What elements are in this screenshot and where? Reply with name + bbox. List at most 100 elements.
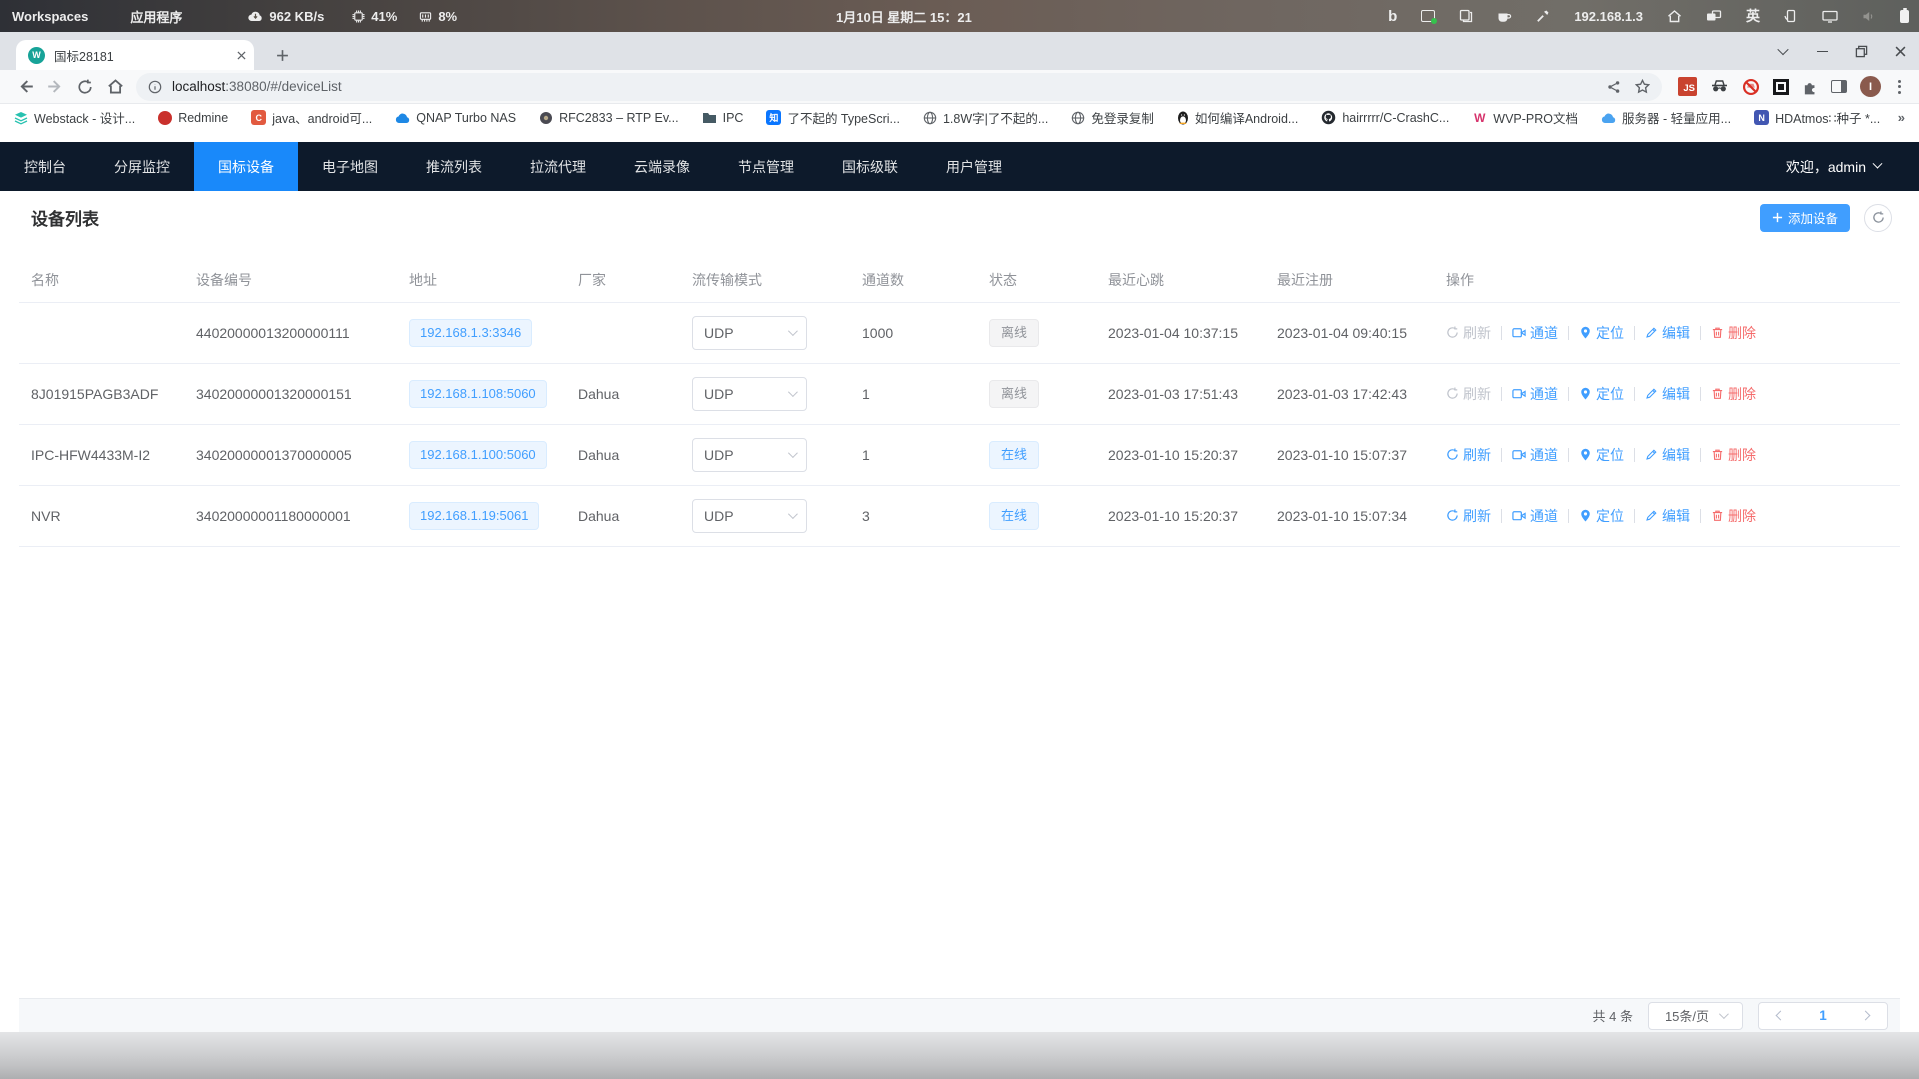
bookmark-wvp-doc[interactable]: W WVP-PRO文档	[1472, 108, 1578, 127]
channel-action[interactable]: 通道	[1512, 506, 1558, 526]
bookmark-copy-free[interactable]: 免登录复制	[1071, 108, 1154, 127]
stream-mode-select[interactable]: UDP	[692, 499, 807, 533]
address-bar[interactable]: localhost:38080/#/deviceList	[136, 73, 1662, 101]
screenshot-extension-icon[interactable]	[1773, 79, 1789, 95]
new-tab-button[interactable]	[268, 41, 296, 69]
extensions-puzzle-icon[interactable]	[1802, 79, 1818, 95]
nav-item-cloud-record[interactable]: 云端录像	[610, 142, 714, 191]
bing-tray-icon[interactable]: b	[1388, 9, 1397, 24]
window-minimize-button[interactable]	[1809, 38, 1835, 64]
site-info-icon[interactable]	[148, 80, 162, 94]
tool-tray-icon[interactable]	[1536, 9, 1550, 23]
user-menu[interactable]: 欢迎，admin	[1786, 157, 1881, 177]
n-badge-icon: N	[1754, 110, 1769, 125]
locate-action[interactable]: 定位	[1579, 506, 1624, 526]
bookmark-rfc2833[interactable]: RFC2833 – RTP Ev...	[539, 111, 679, 125]
add-device-button[interactable]: 添加设备	[1760, 204, 1850, 232]
bookmark-android-build[interactable]: 如何编译Android...	[1177, 108, 1299, 127]
edit-action[interactable]: 编辑	[1645, 323, 1690, 343]
adblock-extension-icon[interactable]	[1742, 78, 1760, 96]
refresh-action[interactable]: 刷新	[1446, 323, 1491, 343]
delete-action[interactable]: 删除	[1711, 384, 1756, 404]
refresh-action[interactable]: 刷新	[1446, 445, 1491, 465]
display-tray-icon[interactable]	[1822, 10, 1838, 23]
back-button[interactable]	[10, 72, 40, 102]
device-name: NVR	[19, 485, 184, 546]
nav-item-user-manage[interactable]: 用户管理	[922, 142, 1026, 191]
battery-icon[interactable]	[1900, 10, 1909, 23]
bookmark-typescript[interactable]: 知 了不起的 TypeScri...	[766, 108, 900, 127]
window-close-button[interactable]	[1887, 38, 1913, 64]
bookmark-server[interactable]: 服务器 - 轻量应用...	[1601, 108, 1731, 127]
bookmark-hdatmos[interactable]: N HDAtmos∷种子 *...	[1754, 108, 1880, 127]
nav-item-console[interactable]: 控制台	[0, 142, 90, 191]
delete-action[interactable]: 删除	[1711, 506, 1756, 526]
bookmark-webstack[interactable]: Webstack - 设计...	[14, 108, 135, 127]
side-panel-icon[interactable]	[1831, 80, 1847, 93]
prev-page-icon[interactable]	[1775, 1011, 1785, 1021]
nav-item-gb-devices[interactable]: 国标设备	[194, 142, 298, 191]
incognito-extension-icon[interactable]	[1710, 79, 1729, 94]
workspaces-tray-icon[interactable]	[1706, 9, 1722, 23]
next-page-icon[interactable]	[1861, 1011, 1871, 1021]
stream-mode-select[interactable]: UDP	[692, 316, 807, 350]
input-method-indicator[interactable]: 英	[1746, 6, 1760, 26]
volume-muted-icon[interactable]	[1862, 10, 1876, 23]
delete-action[interactable]: 删除	[1711, 323, 1756, 343]
clipboard-tray-icon[interactable]	[1459, 9, 1473, 23]
bookmarks-overflow-chevron[interactable]: »	[1898, 110, 1905, 125]
workspaces-menu[interactable]: Workspaces	[12, 9, 88, 24]
page-size-select[interactable]: 15条/页	[1648, 1002, 1743, 1030]
edit-action[interactable]: 编辑	[1645, 506, 1690, 526]
screenshot-tray-icon[interactable]	[1421, 10, 1435, 22]
nav-item-gb-cascade[interactable]: 国标级联	[818, 142, 922, 191]
nav-item-map[interactable]: 电子地图	[298, 142, 402, 191]
stream-mode-select[interactable]: UDP	[692, 438, 807, 472]
reload-button[interactable]	[70, 72, 100, 102]
bookmark-qnap[interactable]: QNAP Turbo NAS	[395, 111, 516, 125]
nav-item-node-manage[interactable]: 节点管理	[714, 142, 818, 191]
refresh-action[interactable]: 刷新	[1446, 506, 1491, 526]
locate-action[interactable]: 定位	[1579, 445, 1624, 465]
refresh-list-button[interactable]	[1864, 204, 1892, 232]
bookmark-github[interactable]: hairrrrr/C-CrashC...	[1321, 110, 1449, 125]
home-tray-icon[interactable]	[1667, 9, 1682, 23]
delete-action[interactable]: 删除	[1711, 445, 1756, 465]
coffee-tray-icon[interactable]	[1497, 10, 1512, 23]
tab-search-chevron-icon[interactable]	[1770, 38, 1796, 64]
forward-button[interactable]	[40, 72, 70, 102]
window-restore-button[interactable]	[1848, 38, 1874, 64]
channel-action[interactable]: 通道	[1512, 445, 1558, 465]
channel-action[interactable]: 通道	[1512, 323, 1558, 343]
nav-item-push-list[interactable]: 推流列表	[402, 142, 506, 191]
nav-item-pull-proxy[interactable]: 拉流代理	[506, 142, 610, 191]
browser-tab-strip: W 国标28181	[0, 32, 1919, 70]
bookmark-star-icon[interactable]	[1635, 79, 1650, 94]
bookmark-redmine[interactable]: Redmine	[158, 111, 228, 125]
current-page[interactable]: 1	[1819, 1008, 1827, 1023]
bookmark-java-android[interactable]: C java、android可...	[251, 108, 372, 127]
clock[interactable]: 1月10日 星期二 15：21	[836, 0, 972, 32]
home-button[interactable]	[100, 72, 130, 102]
bookmark-18w[interactable]: 1.8W字|了不起的...	[923, 108, 1048, 127]
profile-avatar[interactable]: I	[1860, 76, 1881, 97]
col-heartbeat: 最近心跳	[1096, 258, 1265, 302]
browser-menu-icon[interactable]	[1894, 80, 1905, 94]
stream-mode-select[interactable]: UDP	[692, 377, 807, 411]
locate-action[interactable]: 定位	[1579, 323, 1624, 343]
locate-action[interactable]: 定位	[1579, 384, 1624, 404]
browser-tab[interactable]: W 国标28181	[16, 40, 254, 70]
edit-action[interactable]: 编辑	[1645, 445, 1690, 465]
applications-menu[interactable]: 应用程序	[130, 7, 182, 26]
share-icon[interactable]	[1607, 80, 1621, 94]
edit-action[interactable]: 编辑	[1645, 384, 1690, 404]
ip-address-indicator[interactable]: 192.168.1.3	[1574, 9, 1643, 24]
cpu-usage-indicator: 41%	[352, 9, 397, 24]
tab-close-icon[interactable]	[237, 51, 246, 60]
screen-rotate-icon[interactable]	[1784, 9, 1798, 23]
js-extension-icon[interactable]: JS	[1678, 77, 1697, 96]
bookmark-ipc-folder[interactable]: IPC	[702, 111, 744, 125]
nav-item-split-monitor[interactable]: 分屏监控	[90, 142, 194, 191]
refresh-action[interactable]: 刷新	[1446, 384, 1491, 404]
channel-action[interactable]: 通道	[1512, 384, 1558, 404]
